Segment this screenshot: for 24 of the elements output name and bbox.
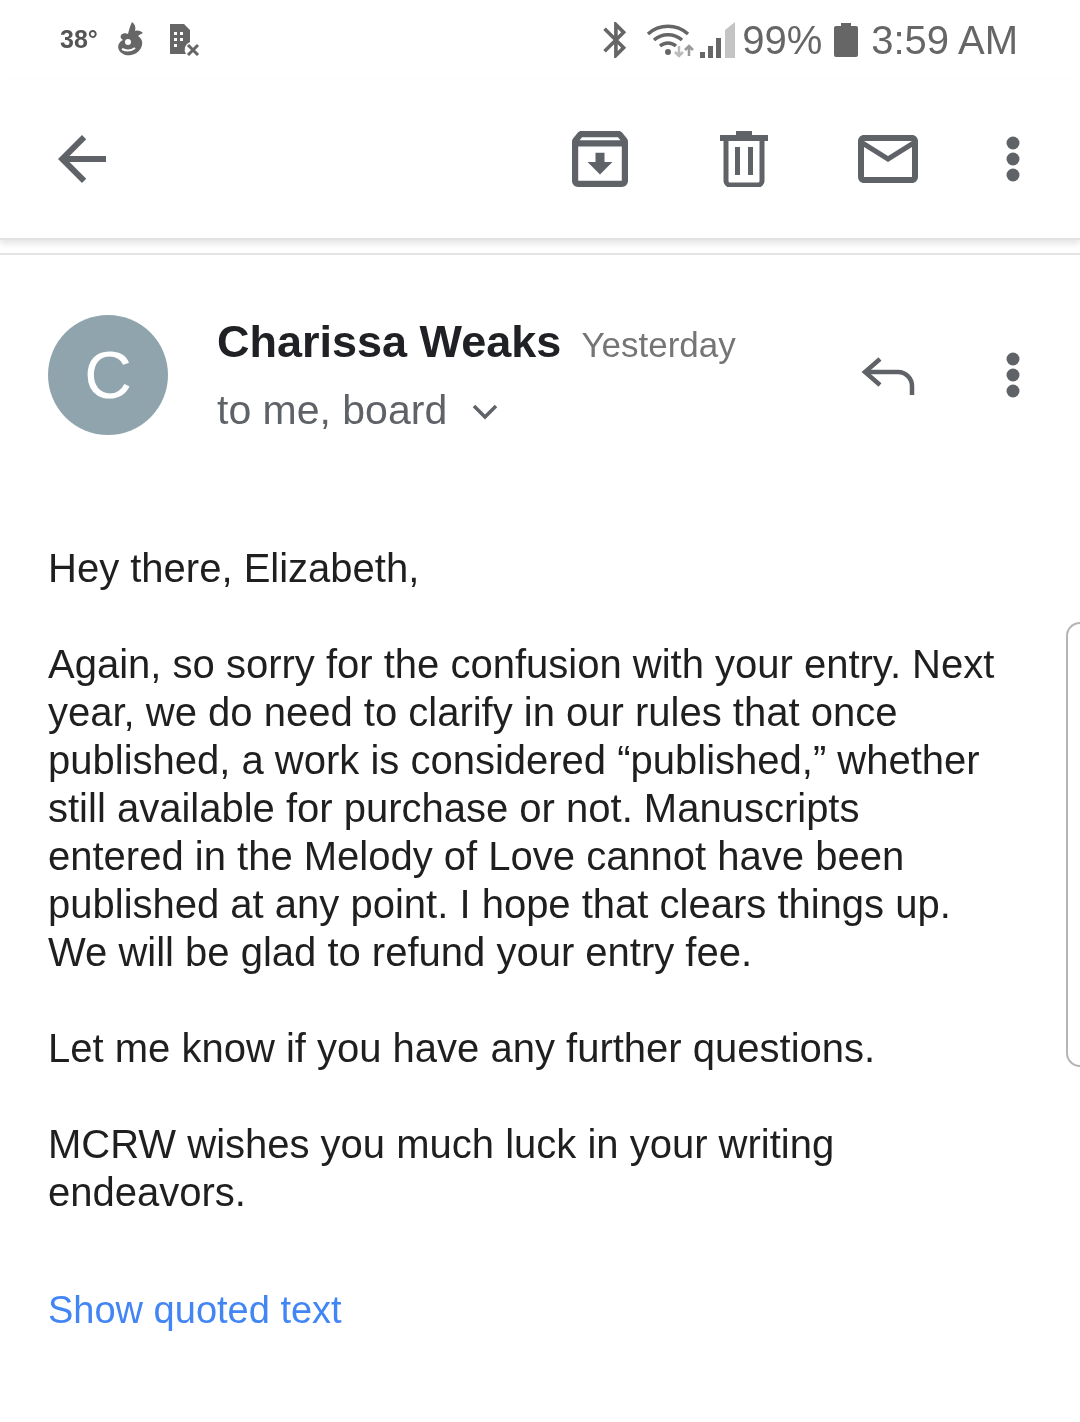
- envelope-icon[interactable]: [858, 135, 918, 183]
- edge-panel-handle[interactable]: [1066, 622, 1080, 1067]
- reply-icon[interactable]: [860, 355, 916, 395]
- chevron-down-icon[interactable]: [472, 404, 499, 420]
- more-options-icon[interactable]: [1006, 136, 1020, 182]
- archive-icon[interactable]: [572, 131, 628, 187]
- clock-time: 3:59 AM: [871, 18, 1018, 62]
- sender-name: Charissa Weaks: [217, 315, 562, 369]
- signal-icon: [700, 22, 737, 58]
- trash-icon[interactable]: [720, 131, 768, 187]
- message-paragraph: MCRW wishes you much luck in your writing endeavors.: [48, 1121, 836, 1216]
- message-paragraph: Again, so sorry for the confusion with your entry. Next year, we do need to clarify in our rules that once published, a work is considered “published,” whether still available for purchase or not. Manuscripts entered in the Melody of Love cannot have been published at any point. I hope that clears things up. We will be glad to refund your entry fee.: [48, 641, 996, 976]
- battery-percentage: 99%: [742, 18, 823, 62]
- no-sim-icon: [167, 24, 200, 56]
- avatar: C: [48, 315, 168, 435]
- message-paragraph: Hey there, Elizabeth,: [48, 545, 421, 592]
- battery-icon: [834, 23, 859, 57]
- recipients-text[interactable]: to me, board: [217, 384, 448, 436]
- show-quoted-text-link[interactable]: Show quoted text: [48, 1289, 342, 1331]
- temperature: 38°: [60, 24, 98, 56]
- message-paragraph: Let me know if you have any further questions.: [48, 1025, 877, 1072]
- message-date: Yesterday: [581, 324, 736, 366]
- back-arrow-icon[interactable]: [58, 135, 106, 183]
- more-options-icon[interactable]: [1006, 352, 1020, 398]
